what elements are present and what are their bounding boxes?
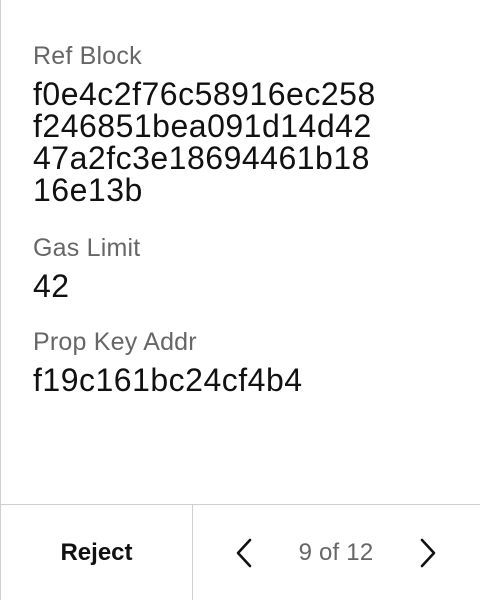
- gas-limit-label: Gas Limit: [33, 234, 141, 262]
- ref-block-value-line: 16e13b: [33, 172, 143, 208]
- pager: 9 of 12: [193, 505, 480, 600]
- prop-key-addr-field: Prop Key Addr f19c161bc24cf4b4: [33, 326, 463, 396]
- next-page-button[interactable]: [413, 533, 443, 573]
- page-indicator: 9 of 12: [298, 538, 374, 566]
- reject-button[interactable]: Reject: [1, 505, 193, 600]
- chevron-right-icon: [420, 538, 436, 567]
- ref-block-field: Ref Block f0e4c2f76c58916ec258 f246851be…: [33, 40, 463, 206]
- prop-key-addr-label: Prop Key Addr: [33, 328, 197, 356]
- ref-block-value-line: f0e4c2f76c58916ec258: [33, 76, 376, 112]
- review-screen: Ref Block f0e4c2f76c58916ec258 f246851be…: [0, 0, 480, 600]
- gas-limit-field: Gas Limit 42: [33, 232, 463, 302]
- ref-block-value: f0e4c2f76c58916ec258 f246851bea091d14d42…: [33, 78, 463, 206]
- prop-key-addr-value: f19c161bc24cf4b4: [33, 362, 303, 398]
- chevron-left-icon: [236, 538, 252, 567]
- transaction-details: Ref Block f0e4c2f76c58916ec258 f246851be…: [33, 40, 463, 396]
- footer-bar: Reject 9 of 12: [1, 504, 480, 600]
- gas-limit-value: 42: [33, 268, 70, 304]
- ref-block-label: Ref Block: [33, 42, 142, 70]
- previous-page-button[interactable]: [229, 533, 259, 573]
- ref-block-value-line: f246851bea091d14d42: [33, 108, 372, 144]
- ref-block-value-line: 47a2fc3e18694461b18: [33, 140, 370, 176]
